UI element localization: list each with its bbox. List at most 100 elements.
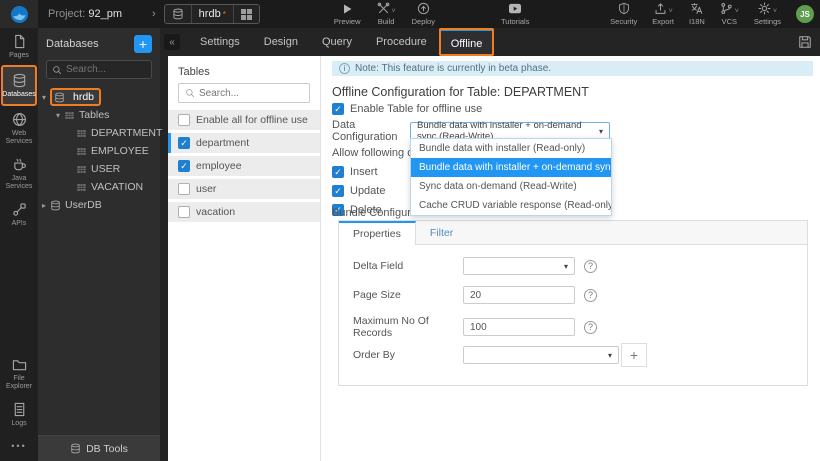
user-avatar[interactable]: JS <box>796 5 814 23</box>
menu-option-bundle-readonly[interactable]: Bundle data with installer (Read-only) <box>411 139 611 158</box>
checkbox-enable-table[interactable] <box>332 103 344 115</box>
tab-design[interactable]: Design <box>252 28 310 56</box>
page-title: Offline Configuration for Table: DEPARTM… <box>332 85 589 99</box>
checkbox-update[interactable] <box>332 185 344 197</box>
menu-option-bundle-ondemand[interactable]: Bundle data with installer + on-demand s… <box>411 158 611 177</box>
save-to-device-icon[interactable] <box>798 35 812 49</box>
export-caret-icon: ˅ <box>668 8 673 15</box>
db-tools-button[interactable]: DB Tools <box>38 435 160 461</box>
help-icon[interactable]: ? <box>584 288 597 302</box>
caret-right-icon[interactable]: ▸ <box>38 201 50 210</box>
page-size-input[interactable] <box>463 286 575 304</box>
vcs-branch-icon <box>720 2 733 15</box>
tree-item-hrdb[interactable]: ▾ hrdb <box>38 88 160 106</box>
select-caret-icon: ▾ <box>563 261 568 271</box>
deploy-button[interactable]: Deploy <box>412 2 435 26</box>
delta-field-select[interactable]: ▾ <box>463 257 575 275</box>
vcs-button[interactable]: ˅ VCS <box>720 2 739 26</box>
help-icon[interactable]: ? <box>584 259 597 273</box>
vcs-caret-icon: ˅ <box>734 8 739 15</box>
left-rail: Pages Databases Web Services Java Servic… <box>0 28 38 461</box>
databases-panel-title: Databases <box>46 38 99 50</box>
checkbox-enable-all[interactable] <box>178 114 190 126</box>
menu-option-cache-crud[interactable]: Cache CRUD variable response (Read-only) <box>411 196 611 215</box>
sidebar-item-apis[interactable]: APIs <box>1 196 37 233</box>
tree-item-user[interactable]: USER <box>38 160 160 178</box>
bundle-configuration-panel: Properties Filter Delta Field ▾ ? Page S… <box>338 220 808 386</box>
security-button[interactable]: Security <box>610 2 637 26</box>
settings-gear-icon <box>758 2 771 15</box>
editor-tabbar: « Settings Design Query Procedure Offlin… <box>160 28 820 56</box>
sidebar-item-java-services[interactable]: Java Services <box>1 151 37 196</box>
db-selector-name: hrdb <box>198 8 221 20</box>
checkbox-vacation[interactable] <box>178 206 190 218</box>
max-records-row: Maximum No Of Records ? <box>353 315 597 339</box>
settings-button[interactable]: ˅ Settings <box>754 2 781 26</box>
databases-panel: Databases + ▾ hrdb ▾ Tables DEPARTMENT <box>38 28 162 461</box>
databases-search[interactable] <box>46 60 152 79</box>
sidebar-item-logs[interactable]: Logs <box>1 396 37 433</box>
sidebar-item-file-explorer[interactable]: File Explorer <box>1 351 37 396</box>
tree-item-userdb[interactable]: ▸ UserDB <box>38 196 160 214</box>
wavemaker-logo-icon <box>10 5 29 24</box>
build-button[interactable]: ˅ Build <box>377 2 396 26</box>
table-row-user[interactable]: user <box>168 179 320 199</box>
sidebar-item-pages[interactable]: Pages <box>1 28 37 65</box>
offline-config-content: i Note: This feature is currently in bet… <box>321 56 820 461</box>
breadcrumb-chevron-icon: › <box>152 8 156 20</box>
api-connector-icon <box>12 202 27 217</box>
log-file-icon <box>12 402 27 417</box>
tab-query[interactable]: Query <box>310 28 364 56</box>
db-grid-icon[interactable] <box>232 5 259 23</box>
export-button[interactable]: ˅ Export <box>652 2 674 26</box>
caret-down-icon[interactable]: ▾ <box>52 111 64 120</box>
tab-properties[interactable]: Properties <box>339 221 416 245</box>
search-icon <box>185 88 195 98</box>
order-by-row: Order By ▾ + <box>353 343 647 367</box>
topbar: Project: 92_pm › hrdb * Preview ˅ Build … <box>0 0 820 28</box>
table-row-department[interactable]: department <box>168 133 320 153</box>
menu-option-sync-ondemand[interactable]: Sync data on-demand (Read-Write) <box>411 177 611 196</box>
page-icon <box>12 34 27 49</box>
database-icon <box>50 200 61 211</box>
sidebar-item-web-services[interactable]: Web Services <box>1 106 37 151</box>
checkbox-insert[interactable] <box>332 166 344 178</box>
checkbox-user[interactable] <box>178 183 190 195</box>
tab-filter[interactable]: Filter <box>416 221 467 244</box>
tree-item-department[interactable]: DEPARTMENT <box>38 124 162 142</box>
rail-overflow-button[interactable]: ••• <box>11 433 26 461</box>
help-icon[interactable]: ? <box>584 320 597 334</box>
db-tools-icon <box>70 443 81 454</box>
project-name: 92_pm <box>88 8 122 20</box>
table-row-employee[interactable]: employee <box>168 156 320 176</box>
table-icon <box>76 164 87 175</box>
checkbox-department[interactable] <box>178 137 190 149</box>
order-by-select[interactable]: ▾ <box>463 346 619 364</box>
select-caret-icon: ▾ <box>607 350 612 360</box>
add-order-by-button[interactable]: + <box>621 343 647 367</box>
caret-down-icon[interactable]: ▾ <box>38 93 50 102</box>
tab-settings[interactable]: Settings <box>188 28 252 56</box>
collapse-panel-button[interactable]: « <box>164 34 180 50</box>
tree-item-employee[interactable]: EMPLOYEE <box>38 142 160 160</box>
tree-item-vacation[interactable]: VACATION <box>38 178 160 196</box>
tree-item-tables[interactable]: ▾ Tables <box>38 106 160 124</box>
tables-search[interactable] <box>178 83 310 103</box>
app-logo[interactable] <box>0 0 38 28</box>
i18n-button[interactable]: I18N <box>689 2 705 26</box>
add-database-button[interactable]: + <box>134 35 152 53</box>
tables-search-input[interactable] <box>199 87 299 99</box>
preview-button[interactable]: Preview <box>334 2 361 26</box>
project-breadcrumb[interactable]: Project: 92_pm <box>48 8 152 20</box>
tab-offline[interactable]: Offline <box>438 28 495 56</box>
databases-search-input[interactable] <box>66 64 144 75</box>
checkbox-employee[interactable] <box>178 160 190 172</box>
tutorials-button[interactable]: Tutorials <box>501 2 529 26</box>
table-row-vacation[interactable]: vacation <box>168 202 320 222</box>
table-row-enable-all[interactable]: Enable all for offline use <box>168 110 320 130</box>
sidebar-item-databases[interactable]: Databases <box>1 65 37 107</box>
max-records-input[interactable] <box>463 318 575 336</box>
db-selector[interactable]: hrdb * <box>163 4 260 24</box>
tables-panel-title: Tables <box>178 66 210 78</box>
tab-procedure[interactable]: Procedure <box>364 28 439 56</box>
